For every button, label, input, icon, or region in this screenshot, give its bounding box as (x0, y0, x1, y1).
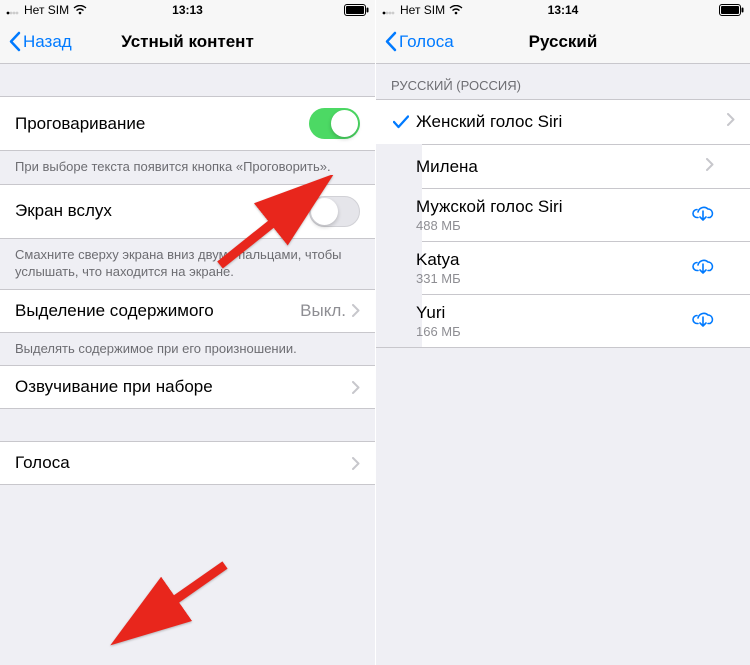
voice-row[interactable]: Милена (422, 144, 750, 188)
voice-row[interactable]: Katya331 МБ (422, 241, 750, 294)
section-header: РУССКИЙ (РОССИЯ) (376, 64, 750, 99)
switch-speak-selection[interactable] (309, 108, 360, 139)
voice-name: Мужской голос Siri (416, 197, 692, 217)
checkmark-icon (386, 115, 416, 129)
voice-size: 166 МБ (416, 324, 692, 339)
voice-main: Милена (416, 157, 706, 177)
chevron-right-icon (352, 381, 360, 394)
voice-list: РУССКИЙ (РОССИЯ) Женский голос Siri Милен… (376, 64, 750, 665)
row-typing-feedback[interactable]: Озвучивание при наборе (0, 365, 375, 409)
row-footer: При выборе текста появится кнопка «Прого… (0, 151, 375, 184)
clock: 13:14 (548, 3, 579, 17)
chevron-right-icon (727, 113, 735, 131)
battery-icon (719, 4, 744, 16)
chevron-left-icon (384, 31, 397, 52)
row-value: Выкл. (300, 301, 346, 321)
voice-main: Katya331 МБ (416, 250, 692, 286)
carrier-label: Нет SIM (400, 3, 445, 17)
screen-spoken-content: Нет SIM 13:13 Назад Устный контент Прого… (0, 0, 375, 665)
row-highlight-content[interactable]: Выделение содержимого Выкл. (0, 289, 375, 333)
download-icon[interactable] (692, 309, 714, 334)
voice-row[interactable]: Женский голос Siri (376, 100, 750, 144)
chevron-right-icon (352, 457, 360, 470)
voice-row[interactable]: Мужской голос Siri488 МБ (422, 188, 750, 241)
battery-icon (344, 4, 369, 16)
voice-name: Katya (416, 250, 692, 270)
signal-icon (6, 5, 20, 15)
nav-bar: Назад Устный контент (0, 20, 375, 64)
carrier-label: Нет SIM (24, 3, 69, 17)
row-label: Голоса (15, 453, 70, 473)
voice-main: Мужской голос Siri488 МБ (416, 197, 692, 233)
row-footer: Выделять содержимое при его произношении… (0, 333, 375, 366)
wifi-icon (73, 5, 87, 15)
back-label: Голоса (399, 32, 454, 52)
back-label: Назад (23, 32, 72, 52)
row-speak-screen[interactable]: Экран вслух (0, 184, 375, 239)
page-title: Устный контент (121, 32, 254, 52)
voice-main: Yuri166 МБ (416, 303, 692, 339)
row-speak-selection[interactable]: Проговаривание (0, 96, 375, 151)
voice-name: Женский голос Siri (416, 112, 727, 132)
voice-main: Женский голос Siri (416, 112, 727, 132)
screen-voices-russian: Нет SIM 13:14 Голоса Русский РУССКИЙ (РО… (375, 0, 750, 665)
voice-size: 488 МБ (416, 218, 692, 233)
back-button[interactable]: Назад (8, 31, 72, 52)
chevron-right-icon (706, 158, 714, 176)
signal-icon (382, 5, 396, 15)
nav-bar: Голоса Русский (376, 20, 750, 64)
row-label: Проговаривание (15, 114, 145, 134)
status-bar: Нет SIM 13:14 (376, 0, 750, 20)
download-icon[interactable] (692, 203, 714, 228)
clock: 13:13 (172, 3, 203, 17)
row-voices[interactable]: Голоса (0, 441, 375, 485)
chevron-right-icon (352, 304, 360, 317)
row-label: Озвучивание при наборе (15, 377, 213, 397)
settings-list: Проговаривание При выборе текста появитс… (0, 64, 375, 665)
wifi-icon (449, 5, 463, 15)
status-bar: Нет SIM 13:13 (0, 0, 375, 20)
row-footer: Смахните сверху экрана вниз двумя пальца… (0, 239, 375, 289)
chevron-left-icon (8, 31, 21, 52)
download-icon[interactable] (692, 256, 714, 281)
switch-speak-screen[interactable] (309, 196, 360, 227)
page-title: Русский (529, 32, 598, 52)
voice-row[interactable]: Yuri166 МБ (422, 294, 750, 347)
voice-name: Милена (416, 157, 706, 177)
back-button[interactable]: Голоса (384, 31, 454, 52)
voice-size: 331 МБ (416, 271, 692, 286)
row-label: Выделение содержимого (15, 301, 214, 321)
voice-name: Yuri (416, 303, 692, 323)
row-label: Экран вслух (15, 201, 112, 221)
